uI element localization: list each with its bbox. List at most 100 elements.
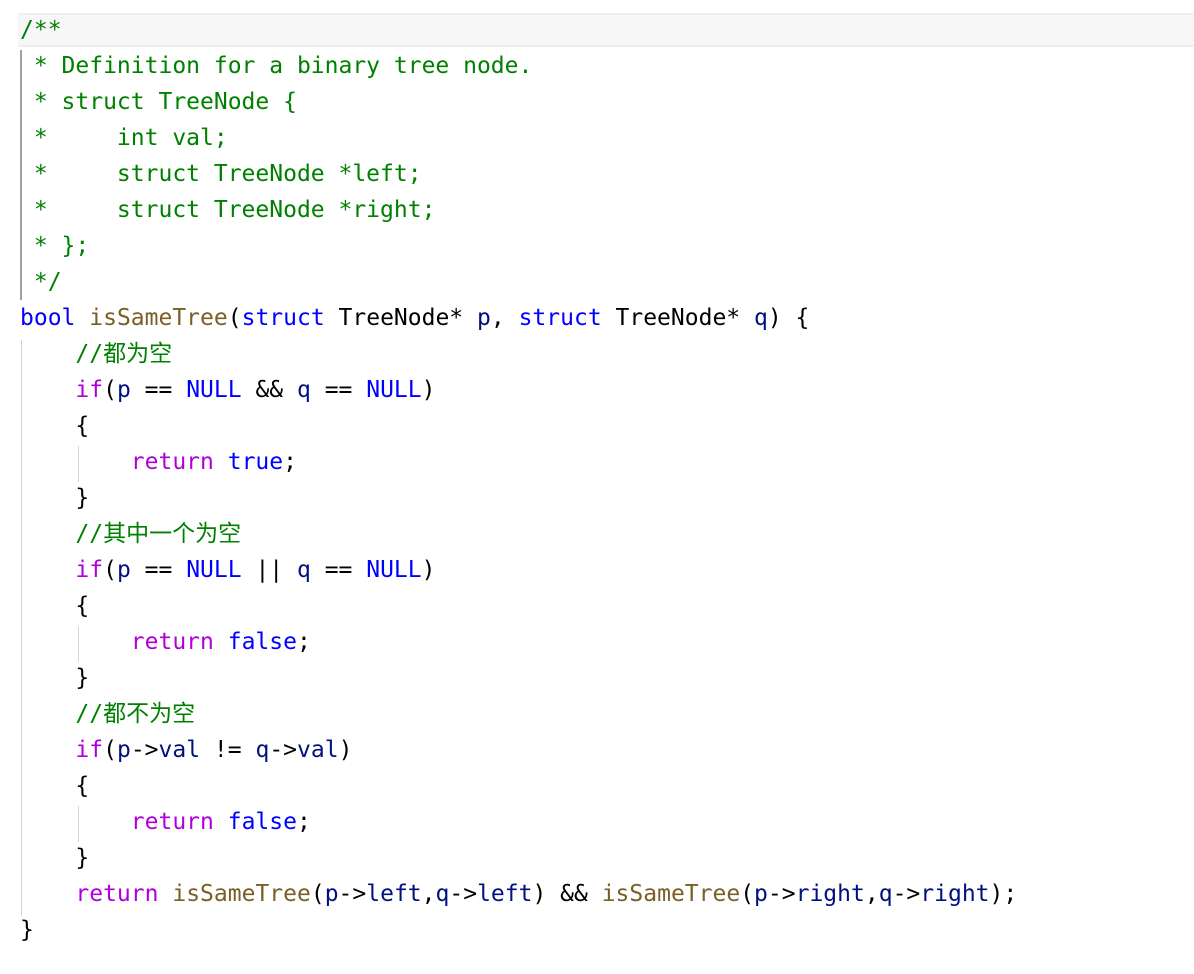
code-line[interactable]: //都为空 bbox=[20, 336, 172, 372]
code-editor[interactable]: /** * Definition for a binary tree node.… bbox=[0, 0, 1194, 974]
code-token-cm: /** bbox=[20, 17, 62, 43]
code-token-plain: && bbox=[241, 377, 297, 403]
code-line[interactable]: //都不为空 bbox=[20, 696, 195, 732]
code-token-cm: //其中一个为空 bbox=[20, 521, 242, 547]
code-line[interactable]: if(p->val != q->val) bbox=[20, 732, 352, 768]
code-token-kw: NULL bbox=[366, 557, 422, 583]
code-token-var: p bbox=[116, 737, 131, 763]
code-token-var: left bbox=[366, 881, 422, 907]
code-line[interactable]: } bbox=[20, 480, 89, 516]
code-token-plain: -> bbox=[130, 737, 159, 763]
code-token-var: right bbox=[795, 881, 865, 907]
code-token-plain: } bbox=[20, 917, 34, 943]
code-token-plain: -> bbox=[449, 881, 478, 907]
code-token-kw: false bbox=[227, 809, 297, 835]
code-token-plain: } bbox=[20, 845, 90, 871]
code-token-var: right bbox=[920, 881, 990, 907]
code-token-plain: -> bbox=[892, 881, 921, 907]
code-token-var: q bbox=[255, 737, 270, 763]
code-token-var: p bbox=[116, 557, 131, 583]
code-token-kw: NULL bbox=[186, 377, 242, 403]
code-token-fn: isSameTree bbox=[601, 881, 741, 907]
code-token-var: val bbox=[297, 737, 339, 763]
code-line[interactable]: * struct TreeNode *right; bbox=[20, 192, 436, 228]
code-token-plain: { bbox=[20, 413, 90, 439]
code-token-var: p bbox=[116, 377, 131, 403]
code-line[interactable]: bool isSameTree(struct TreeNode* p, stru… bbox=[20, 300, 809, 336]
code-token-plain: TreeNode* bbox=[601, 305, 754, 331]
code-token-var: p bbox=[324, 881, 339, 907]
code-line[interactable]: //其中一个为空 bbox=[20, 516, 241, 552]
code-token-plain: || bbox=[241, 557, 297, 583]
code-line[interactable]: if(p == NULL || q == NULL) bbox=[20, 552, 435, 588]
code-token-ctl: return bbox=[130, 809, 214, 835]
code-token-plain: ( bbox=[103, 737, 117, 763]
code-line[interactable]: return false; bbox=[20, 624, 311, 660]
code-line[interactable]: } bbox=[20, 660, 89, 696]
code-token-kw: false bbox=[227, 629, 297, 655]
code-line[interactable]: /** bbox=[20, 12, 62, 48]
code-token-plain: == bbox=[130, 557, 187, 583]
code-token-cm: * struct TreeNode *right; bbox=[20, 197, 436, 223]
code-token-plain: { bbox=[20, 593, 90, 619]
code-token-plain: ( bbox=[103, 377, 117, 403]
code-token-plain: , bbox=[421, 881, 436, 907]
code-token-plain: ( bbox=[103, 557, 117, 583]
code-token-ctl: if bbox=[75, 377, 104, 403]
code-line[interactable]: * }; bbox=[20, 228, 89, 264]
code-token-plain: , bbox=[864, 881, 879, 907]
code-line[interactable]: */ bbox=[20, 264, 62, 300]
code-token-fn: isSameTree bbox=[172, 881, 311, 907]
code-token-plain: ; bbox=[296, 629, 311, 655]
code-token-ctl: return bbox=[75, 881, 159, 907]
code-token-plain: -> bbox=[269, 737, 298, 763]
code-token-var: left bbox=[477, 881, 533, 907]
code-token-kw: true bbox=[227, 449, 284, 475]
code-token-cm: //都为空 bbox=[20, 341, 173, 367]
code-token-var: p bbox=[754, 881, 768, 907]
code-token-plain: TreeNode* bbox=[324, 305, 478, 331]
code-line[interactable]: } bbox=[20, 840, 89, 876]
code-token-plain: ) bbox=[421, 557, 436, 583]
code-token-ctl: if bbox=[75, 737, 104, 763]
code-token-plain: ( bbox=[227, 305, 242, 331]
code-line[interactable]: { bbox=[20, 768, 89, 804]
code-token-plain: , bbox=[490, 305, 519, 331]
code-token-kw: struct bbox=[518, 305, 602, 331]
code-token-cm: //都不为空 bbox=[20, 701, 196, 727]
code-token-plain: ; bbox=[283, 449, 297, 475]
code-token-plain: ) { bbox=[767, 305, 810, 331]
code-token-var: q bbox=[296, 377, 311, 403]
code-line[interactable]: * Definition for a binary tree node. bbox=[20, 48, 533, 84]
code-token-plain: ( bbox=[740, 881, 755, 907]
code-token-plain: == bbox=[310, 557, 367, 583]
code-line[interactable]: * struct TreeNode *left; bbox=[20, 156, 422, 192]
code-line[interactable]: return false; bbox=[20, 804, 311, 840]
code-token-var: p bbox=[477, 305, 491, 331]
code-line[interactable]: if(p == NULL && q == NULL) bbox=[20, 372, 435, 408]
code-line[interactable]: } bbox=[20, 912, 34, 948]
code-line[interactable]: { bbox=[20, 408, 89, 444]
code-token-kw: NULL bbox=[366, 377, 422, 403]
code-line[interactable]: return true; bbox=[20, 444, 297, 480]
code-token-plain: ( bbox=[310, 881, 325, 907]
code-token-fn: isSameTree bbox=[89, 305, 228, 331]
code-token-kw: bool bbox=[20, 305, 76, 331]
code-token-cm: * Definition for a binary tree node. bbox=[20, 53, 533, 79]
code-token-plain: } bbox=[20, 665, 90, 691]
code-line[interactable]: * int val; bbox=[20, 120, 228, 156]
code-token-ctl: if bbox=[75, 557, 104, 583]
code-token-ctl: return bbox=[130, 449, 214, 475]
code-line[interactable]: * struct TreeNode { bbox=[20, 84, 297, 120]
code-token-plain: ; bbox=[296, 809, 311, 835]
code-line[interactable]: { bbox=[20, 588, 89, 624]
code-line[interactable]: return isSameTree(p->left,q->left) && is… bbox=[20, 876, 1017, 912]
